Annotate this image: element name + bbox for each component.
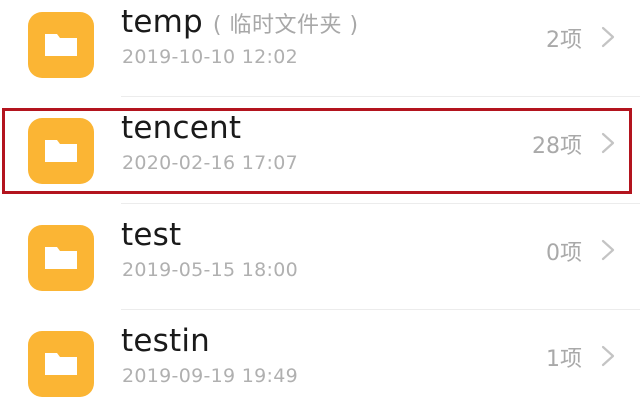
folder-icon — [28, 331, 94, 397]
list-item-tencent[interactable]: tencent 2020-02-16 17:07 28项 — [0, 100, 640, 206]
file-list: temp( 临时文件夹 ) 2019-10-10 12:02 2项 tencen… — [0, 0, 640, 415]
row-divider — [121, 309, 640, 310]
chevron-right-icon — [600, 345, 616, 367]
item-count: 28项 — [532, 134, 582, 159]
folder-date: 2019-09-19 19:49 — [122, 365, 299, 387]
item-count: 2项 — [546, 28, 582, 53]
item-count: 1项 — [546, 347, 582, 372]
list-item-test[interactable]: test 2019-05-15 18:00 0项 — [0, 207, 640, 313]
folder-date: 2019-10-10 12:02 — [122, 46, 299, 68]
folder-name: test — [121, 217, 182, 253]
list-item-testin[interactable]: testin 2019-09-19 19:49 1项 — [0, 313, 640, 415]
row-divider — [121, 96, 640, 97]
chevron-right-icon — [600, 239, 616, 261]
folder-name: testin — [121, 323, 210, 359]
folder-name: temp( 临时文件夹 ) — [121, 4, 359, 40]
chevron-right-icon — [600, 132, 616, 154]
list-item-temp[interactable]: temp( 临时文件夹 ) 2019-10-10 12:02 2项 — [0, 0, 640, 100]
folder-icon — [28, 118, 94, 184]
folder-date: 2019-05-15 18:00 — [122, 259, 299, 281]
folder-icon — [28, 12, 94, 78]
folder-date: 2020-02-16 17:07 — [122, 152, 299, 174]
folder-note: ( 临时文件夹 ) — [212, 13, 359, 38]
row-divider — [121, 203, 640, 204]
chevron-right-icon — [600, 26, 616, 48]
folder-name: tencent — [121, 110, 242, 146]
item-count: 0项 — [546, 241, 582, 266]
folder-icon — [28, 225, 94, 291]
